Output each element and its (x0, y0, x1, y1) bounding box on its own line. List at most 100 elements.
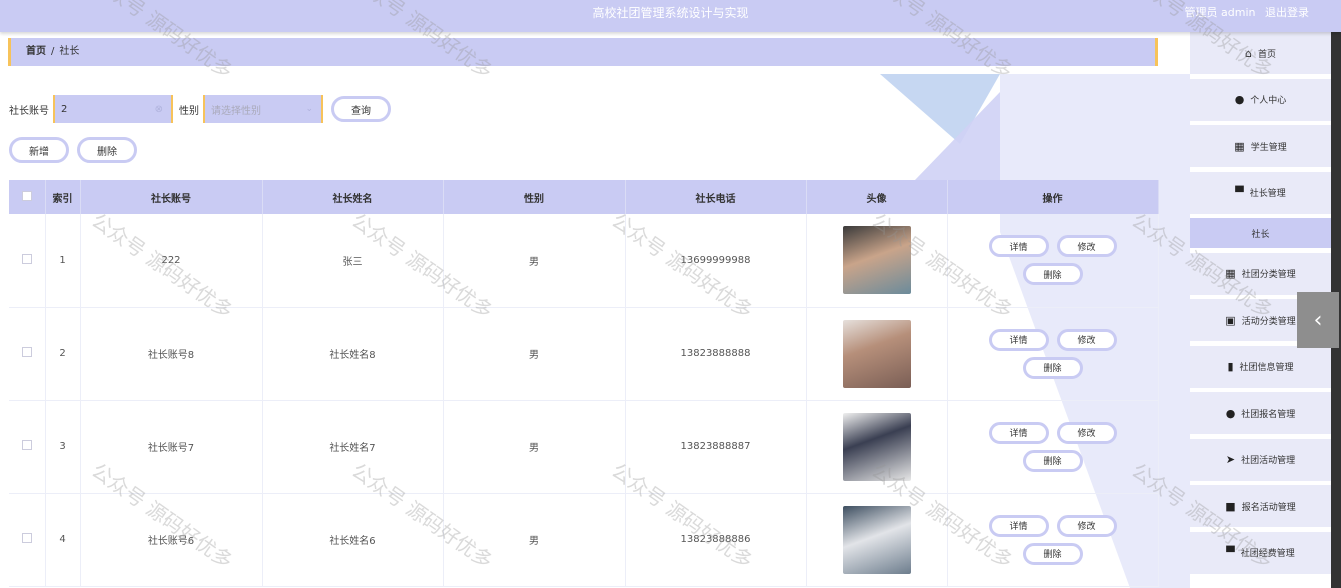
row-actions: 详情 修改 删除 (947, 307, 1159, 401)
row-select-cell[interactable] (9, 214, 46, 308)
delete-button[interactable]: 删除 (1022, 449, 1083, 472)
user-area: 管理员 admin 退出登录 (1179, 4, 1309, 20)
query-button[interactable]: 查询 (331, 96, 391, 122)
clear-icon[interactable]: ⊗ (155, 104, 163, 115)
sidebar-subitem-president[interactable]: 社长 (1190, 218, 1331, 248)
row-gender: 男 (443, 400, 626, 494)
sidebar-item-7[interactable]: ▮ 社团信息管理 (1190, 345, 1331, 388)
logout-link[interactable]: 退出登录 (1265, 6, 1309, 19)
delete-button[interactable]: 删除 (1022, 263, 1083, 286)
app-title: 高校社团管理系统设计与实现 (592, 6, 749, 20)
sidebar-item-8[interactable]: ● 社团报名管理 (1190, 392, 1331, 434)
row-avatar-cell (806, 400, 948, 494)
sidebar-item-label: 社长管理 (1249, 189, 1286, 199)
calendar-icon: ▣ (1225, 313, 1236, 327)
bar-chart-icon: ▮ (1227, 360, 1234, 373)
breadcrumb: 首页 / 社长 (8, 38, 1158, 66)
sidebar-item-9[interactable]: ➤ 社团活动管理 (1190, 438, 1331, 481)
user-icon: ● (1234, 93, 1245, 106)
account-search-input[interactable]: 2 ⊗ (53, 95, 173, 123)
sidebar-item-10[interactable]: ■ 报名活动管理 (1190, 485, 1331, 527)
avatar (842, 319, 911, 388)
row-account: 社长账号8 (80, 307, 263, 401)
table-row: 1 222 张三 男 13699999988 详情 修改 删除 (9, 214, 1159, 308)
account-input-value: 2 (61, 103, 68, 115)
sidebar-item-5[interactable]: ▦ 社团分类管理 (1190, 252, 1331, 295)
sidebar-item-label: 社团分类管理 (1241, 270, 1296, 280)
row-account: 222 (80, 214, 263, 308)
add-button[interactable]: 新增 (9, 137, 69, 163)
delete-button[interactable]: 删除 (1022, 542, 1083, 565)
row-checkbox[interactable] (21, 440, 32, 450)
edit-button[interactable]: 修改 (1056, 421, 1117, 444)
delete-button[interactable]: 删除 (1022, 356, 1083, 379)
sidebar-item-11[interactable]: ▀ 社团经费管理 (1190, 531, 1331, 574)
president-table: 索引 社长账号 社长姓名 性别 社长电话 头像 操作 1 222 张三 男 13… (9, 180, 1159, 587)
row-name: 社长姓名6 (262, 493, 444, 587)
row-checkbox[interactable] (21, 347, 32, 357)
sidebar-item-1[interactable]: ● 个人中心 (1190, 78, 1331, 121)
batch-delete-button[interactable]: 删除 (77, 137, 137, 163)
table-row: 2 社长账号8 社长姓名8 男 13823888888 详情 修改 删除 (9, 307, 1159, 401)
row-actions: 详情 修改 删除 (947, 493, 1159, 587)
sidebar-item-0[interactable]: ⌂ 首页 (1190, 32, 1331, 74)
row-checkbox[interactable] (21, 253, 32, 264)
collapse-sidebar-button[interactable]: ‹ (1297, 292, 1339, 348)
row-gender: 男 (443, 214, 626, 308)
edit-button[interactable]: 修改 (1056, 328, 1117, 351)
header-name: 社长姓名 (262, 180, 444, 214)
gender-select[interactable]: 请选择性别 ⌄ (203, 95, 323, 123)
avatar (842, 412, 911, 481)
row-select-cell[interactable] (9, 307, 46, 401)
header-account: 社长账号 (80, 180, 263, 214)
sidebar-item-label: 活动分类管理 (1241, 316, 1296, 327)
row-name: 张三 (262, 214, 444, 308)
sidebar-item-label: 社团信息管理 (1239, 363, 1294, 373)
row-index: 3 (45, 400, 81, 494)
avatar (842, 505, 911, 574)
row-index: 4 (45, 493, 81, 587)
sidebar-item-3[interactable]: ▀ 社长管理 (1190, 171, 1331, 214)
row-index: 2 (45, 307, 81, 401)
select-all-checkbox[interactable] (21, 190, 32, 201)
monitor-icon: ▀ (1235, 186, 1244, 199)
row-name: 社长姓名7 (262, 400, 444, 494)
detail-button[interactable]: 详情 (988, 514, 1049, 537)
header-gender: 性别 (443, 180, 626, 214)
breadcrumb-separator: / (51, 46, 55, 57)
detail-button[interactable]: 详情 (988, 235, 1049, 258)
row-phone: 13699999988 (625, 214, 807, 308)
table-row: 3 社长账号7 社长姓名7 男 13823888887 详情 修改 删除 (9, 400, 1159, 494)
sidebar-item-label: 学生管理 (1250, 142, 1287, 153)
header-index: 索引 (45, 180, 81, 214)
avatar (842, 226, 911, 295)
row-actions: 详情 修改 删除 (947, 214, 1159, 308)
row-select-cell[interactable] (9, 400, 46, 494)
sidebar-item-label: 社长 (1251, 229, 1270, 240)
row-name: 社长姓名8 (262, 307, 444, 401)
row-avatar-cell (806, 493, 948, 587)
row-select-cell[interactable] (9, 493, 46, 587)
sidebar-item-label: 社团经费管理 (1240, 549, 1295, 559)
table-row: 4 社长账号6 社长姓名6 男 13823888886 详情 修改 删除 (9, 493, 1159, 587)
chevron-left-icon: ‹ (1313, 307, 1323, 333)
edit-button[interactable]: 修改 (1056, 235, 1117, 258)
row-account: 社长账号6 (80, 493, 263, 587)
row-gender: 男 (443, 493, 626, 587)
account-label: 社长账号 (9, 105, 49, 117)
gender-placeholder: 请选择性别 (211, 105, 261, 117)
header-avatar: 头像 (806, 180, 948, 214)
search-bar: 社长账号 2 ⊗ 性别 请选择性别 ⌄ 查询 (9, 95, 391, 123)
sidebar-item-2[interactable]: ▦ 学生管理 (1190, 125, 1331, 167)
sidebar-item-label: 报名活动管理 (1241, 502, 1296, 513)
video-icon: ■ (1225, 499, 1236, 513)
row-checkbox[interactable] (21, 533, 32, 543)
detail-button[interactable]: 详情 (988, 328, 1049, 351)
grid-icon: ▦ (1234, 139, 1245, 153)
user-icon: ● (1225, 406, 1236, 420)
edit-button[interactable]: 修改 (1056, 514, 1117, 537)
header-select-all[interactable] (9, 180, 46, 214)
breadcrumb-home[interactable]: 首页 (26, 46, 46, 57)
header-phone: 社长电话 (625, 180, 807, 214)
detail-button[interactable]: 详情 (988, 421, 1049, 444)
